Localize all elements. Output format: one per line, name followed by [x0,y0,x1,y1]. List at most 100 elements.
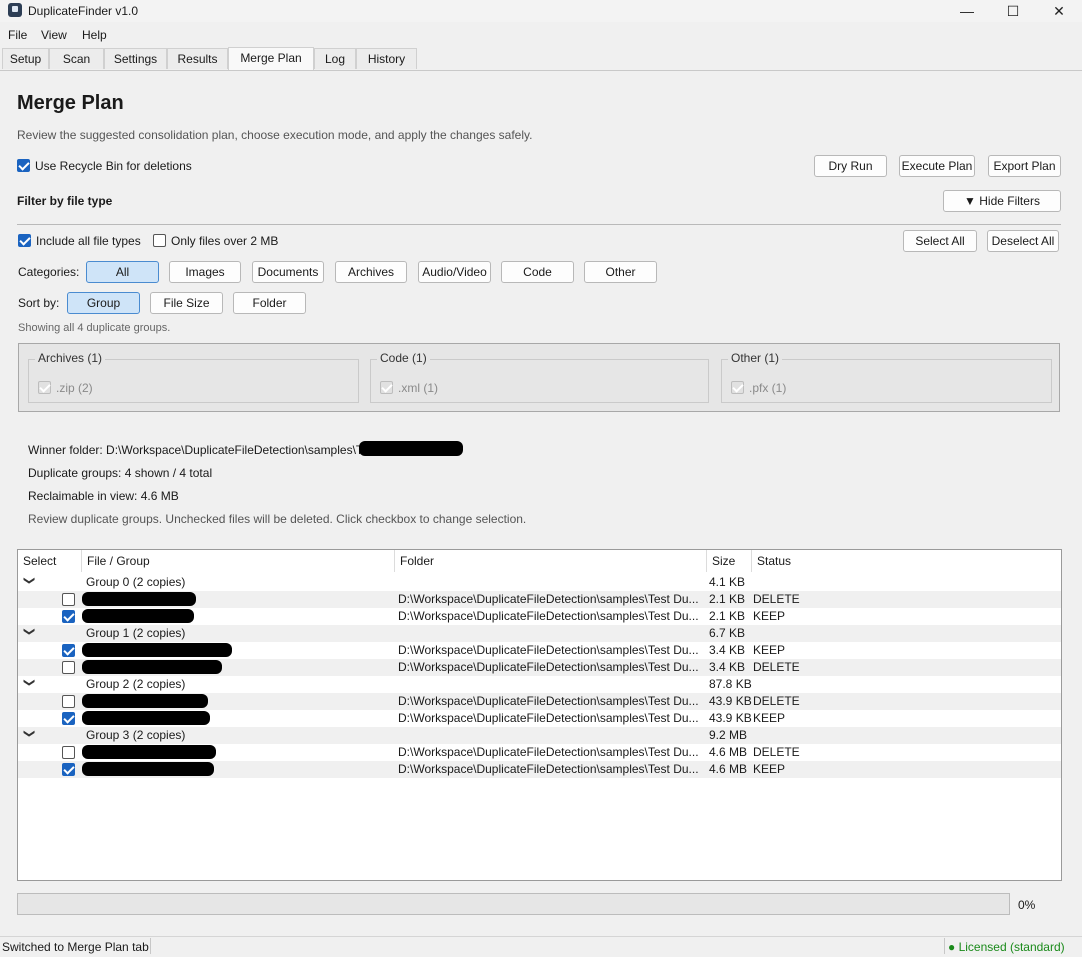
group-row[interactable]: ❮ Group 0 (2 copies) 4.1 KB [18,574,1061,591]
over-2mb-label: Only files over 2 MB [171,234,279,248]
file-row[interactable]: D:\Workspace\DuplicateFileDetection\samp… [18,591,1061,608]
include-all-checkbox[interactable] [18,234,31,247]
xml-label: .xml (1) [398,381,438,395]
redaction-mark [82,643,232,657]
tab-scan[interactable]: Scan [49,48,104,69]
file-size: 2.1 KB [709,592,746,606]
chevron-down-icon[interactable]: ❮ [22,678,35,687]
sort-group-button[interactable]: Group [67,292,140,314]
file-row[interactable]: D:\Workspace\DuplicateFileDetection\samp… [18,693,1061,710]
execute-plan-button[interactable]: Execute Plan [899,155,975,177]
sort-label: Sort by: [18,296,60,310]
keep-checkbox[interactable] [62,695,75,708]
app-icon [8,3,22,17]
progress-percent: 0% [1018,898,1036,912]
tab-results[interactable]: Results [167,48,228,69]
column-folder[interactable]: Folder [395,550,707,572]
redaction-mark [82,711,210,725]
chevron-down-icon[interactable]: ❮ [22,627,35,636]
group-row[interactable]: ❮ Group 3 (2 copies) 9.2 MB [18,727,1061,744]
xml-checkbox[interactable] [380,381,393,394]
keep-checkbox[interactable] [62,712,75,725]
file-status: KEEP [753,643,786,657]
file-row[interactable]: D:\Workspace\DuplicateFileDetection\samp… [18,710,1061,727]
reclaimable-text: Reclaimable in view: 4.6 MB [28,489,179,503]
maximize-button[interactable]: ☐ [990,0,1036,22]
group-size: 87.8 KB [709,677,752,691]
close-button[interactable]: ✕ [1036,0,1082,22]
sort-file-size-button[interactable]: File Size [150,292,223,314]
over-2mb-checkbox[interactable] [153,234,166,247]
keep-checkbox[interactable] [62,661,75,674]
filter-group-other: Other (1) .pfx (1) [721,351,1052,403]
group-label: Group 3 (2 copies) [86,728,186,742]
keep-checkbox[interactable] [62,593,75,606]
file-row[interactable]: D:\Workspace\DuplicateFileDetection\samp… [18,659,1061,676]
zip-checkbox[interactable] [38,381,51,394]
showing-text: Showing all 4 duplicate groups. [18,322,171,334]
filter-group-title: Archives (1) [35,351,106,365]
group-row[interactable]: ❮ Group 2 (2 copies) 87.8 KB [18,676,1061,693]
file-type-filter-panel: Archives (1) .zip (2) Code (1) .xml (1) … [18,343,1060,412]
category-archives-button[interactable]: Archives [335,261,407,283]
recycle-bin-checkbox[interactable] [17,159,30,172]
redaction-mark [82,592,196,606]
keep-checkbox[interactable] [62,610,75,623]
chevron-down-icon[interactable]: ❮ [22,576,35,585]
redaction-mark [82,694,208,708]
file-row[interactable]: D:\Workspace\DuplicateFileDetection\samp… [18,744,1061,761]
redaction-mark [359,441,463,456]
tab-log[interactable]: Log [314,48,356,69]
group-label: Group 2 (2 copies) [86,677,186,691]
keep-checkbox[interactable] [62,644,75,657]
file-size: 43.9 KB [709,694,752,708]
hide-filters-button[interactable]: ▼ Hide Filters [943,190,1061,212]
tab-settings[interactable]: Settings [104,48,167,69]
file-folder: D:\Workspace\DuplicateFileDetection\samp… [398,745,699,759]
file-size: 43.9 KB [709,711,752,725]
group-row[interactable]: ❮ Group 1 (2 copies) 6.7 KB [18,625,1061,642]
category-documents-button[interactable]: Documents [252,261,324,283]
menu-view[interactable]: View [41,28,67,42]
file-size: 3.4 KB [709,643,746,657]
file-row[interactable]: D:\Workspace\DuplicateFileDetection\samp… [18,761,1061,778]
keep-checkbox[interactable] [62,763,75,776]
dry-run-button[interactable]: Dry Run [814,155,887,177]
tab-merge-plan[interactable]: Merge Plan [228,47,314,70]
category-images-button[interactable]: Images [169,261,241,283]
group-size: 6.7 KB [709,626,746,640]
category-other-button[interactable]: Other [584,261,657,283]
column-size[interactable]: Size [707,550,752,572]
keep-checkbox[interactable] [62,746,75,759]
filter-heading: Filter by file type [17,194,113,208]
column-select[interactable]: Select [18,550,82,572]
menu-file[interactable]: File [8,28,27,42]
sort-folder-button[interactable]: Folder [233,292,306,314]
pfx-checkbox[interactable] [731,381,744,394]
chevron-down-icon[interactable]: ❮ [22,729,35,738]
file-folder: D:\Workspace\DuplicateFileDetection\samp… [398,694,699,708]
tab-history[interactable]: History [356,48,417,69]
select-all-button[interactable]: Select All [903,230,977,252]
menu-help[interactable]: Help [82,28,107,42]
file-folder: D:\Workspace\DuplicateFileDetection\samp… [398,609,699,623]
filter-group-code: Code (1) .xml (1) [370,351,709,403]
status-message: Switched to Merge Plan tab [2,940,149,954]
category-audio-video-button[interactable]: Audio/Video [418,261,491,283]
export-plan-button[interactable]: Export Plan [988,155,1061,177]
category-code-button[interactable]: Code [501,261,574,283]
zip-label: .zip (2) [56,381,93,395]
hint-text: Review duplicate groups. Unchecked files… [28,512,527,526]
status-bar [0,936,1082,957]
file-row[interactable]: D:\Workspace\DuplicateFileDetection\samp… [18,642,1061,659]
minimize-button[interactable]: — [944,0,990,22]
category-all-button[interactable]: All [86,261,159,283]
filter-group-title: Code (1) [377,351,430,365]
column-file-group[interactable]: File / Group [82,550,395,572]
include-all-label: Include all file types [36,234,141,248]
column-status[interactable]: Status [752,550,1061,572]
deselect-all-button[interactable]: Deselect All [987,230,1059,252]
file-status: DELETE [753,694,800,708]
file-row[interactable]: D:\Workspace\DuplicateFileDetection\samp… [18,608,1061,625]
tab-setup[interactable]: Setup [2,48,49,69]
